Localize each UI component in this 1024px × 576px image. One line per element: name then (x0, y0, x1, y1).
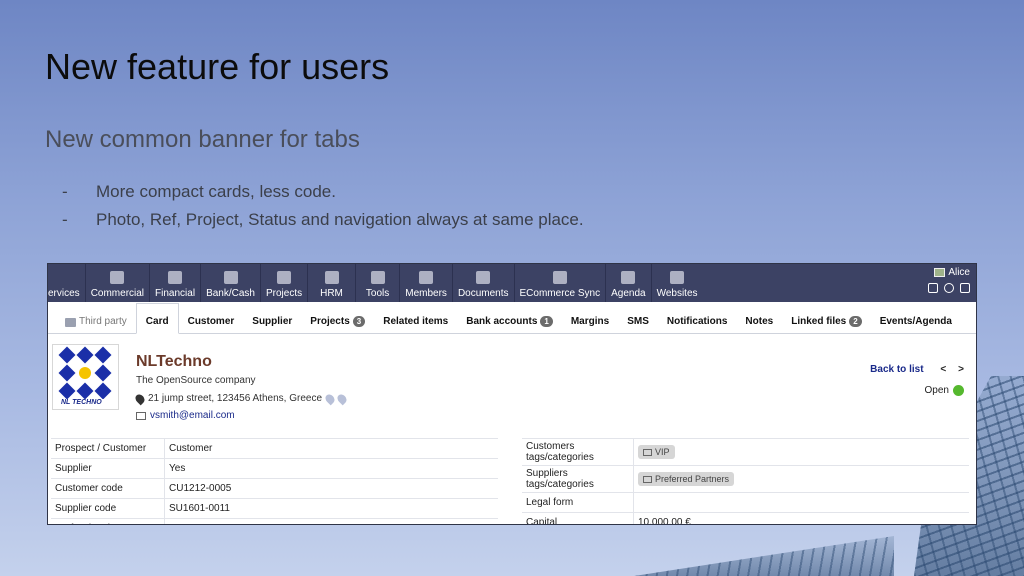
tab-card[interactable]: Card (135, 303, 179, 334)
table-row: Capital 10,000.00 € (522, 512, 969, 524)
bank-icon (223, 271, 238, 284)
tab-notifications[interactable]: Notifications (658, 302, 737, 333)
table-row: Customers tags/categories VIP (522, 438, 969, 465)
table-row: Supplier code SU1601-0011 (51, 498, 498, 518)
category-tag[interactable]: Preferred Partners (638, 472, 735, 486)
folder-icon (643, 449, 652, 456)
fields-right-table: Customers tags/categories VIP Suppliers t… (522, 438, 969, 524)
tools-icon (370, 271, 385, 284)
tab-supplier[interactable]: Supplier (243, 302, 301, 333)
menu-websites[interactable]: Websites (652, 264, 703, 302)
user-menu[interactable]: Alice (928, 267, 970, 278)
tab-related-items[interactable]: Related items (374, 302, 457, 333)
table-row: Suppliers tags/categories Preferred Partn… (522, 465, 969, 492)
back-to-list-link[interactable]: Back to list (870, 364, 923, 375)
tab-bar: Third party Card Customer Supplier Proje… (48, 302, 976, 334)
background-building-bottom (634, 536, 894, 576)
table-row: Customer code CU1212-0005 (51, 478, 498, 498)
agenda-icon (621, 271, 636, 284)
record-navigation: Back to list <> Open (870, 364, 964, 396)
menu-hrm[interactable]: HRM (308, 264, 356, 302)
bullet-item: - Photo, Ref, Project, Status and navigat… (62, 210, 584, 229)
status: Open (870, 385, 964, 396)
menu-financial[interactable]: Financial (150, 264, 202, 302)
company-address: 21 jump street, 123456 Athens, Greece (133, 392, 349, 405)
map-pin-icon[interactable] (335, 392, 349, 405)
top-menu-bar: ervices Commercial Financial Bank/Cash P… (48, 264, 976, 302)
menu-documents[interactable]: Documents (453, 264, 515, 302)
tab-customer[interactable]: Customer (179, 302, 244, 333)
menu-commercial[interactable]: Commercial (86, 264, 151, 302)
company-tagline: The OpenSource company (136, 375, 256, 386)
menu-agenda[interactable]: Agenda (606, 264, 652, 302)
next-record-button[interactable]: > (958, 364, 964, 375)
tab-bank-accounts[interactable]: Bank accounts 1 (457, 302, 562, 333)
print-icon[interactable] (928, 283, 938, 293)
tab-projects[interactable]: Projects 3 (301, 302, 374, 333)
hrm-icon (324, 271, 339, 284)
company-email[interactable]: vsmith@email.com (136, 410, 235, 421)
logo-diamonds (58, 346, 112, 400)
company-name: NLTechno (136, 353, 212, 370)
help-icon[interactable] (944, 283, 954, 293)
logout-icon[interactable] (960, 283, 970, 293)
bullet-list: - More compact cards, less code. - Photo, … (62, 182, 584, 238)
folder-icon (643, 476, 652, 483)
members-icon (419, 271, 434, 284)
menu-ecommerce-sync[interactable]: ECommerce Sync (515, 264, 607, 302)
tab-notes[interactable]: Notes (736, 302, 782, 333)
ecommerce-icon (552, 271, 567, 284)
category-tag[interactable]: VIP (638, 445, 675, 459)
menu-services[interactable]: ervices (48, 264, 86, 302)
status-label: Open (924, 385, 949, 396)
fields-left-table: Prospect / Customer Customer Supplier Yes … (51, 438, 498, 524)
tab-third-party[interactable]: Third party (56, 302, 136, 333)
documents-icon (476, 271, 491, 284)
table-row: Professional ID 1493861496 (51, 518, 498, 524)
email-icon (136, 411, 146, 420)
table-row: Prospect / Customer Customer (51, 438, 498, 458)
tab-sms[interactable]: SMS (618, 302, 658, 333)
financial-icon (168, 271, 183, 284)
location-pin-icon (133, 392, 147, 405)
websites-icon (670, 271, 685, 284)
table-row: Supplier Yes (51, 458, 498, 478)
user-area: Alice (928, 267, 970, 293)
slide-subtitle: New common banner for tabs (45, 126, 360, 153)
menu-projects[interactable]: Projects (261, 264, 309, 302)
building-icon (65, 318, 76, 327)
map-pin-icon[interactable] (323, 392, 337, 405)
tab-badge: 1 (540, 316, 553, 327)
bullet-item: - More compact cards, less code. (62, 182, 336, 201)
app-screenshot: ervices Commercial Financial Bank/Cash P… (47, 263, 977, 525)
slide-title: New feature for users (45, 46, 390, 87)
commercial-icon (110, 271, 125, 284)
avatar (934, 268, 946, 277)
projects-icon (277, 271, 292, 284)
status-dot-icon (953, 385, 964, 396)
tab-badge: 3 (352, 316, 366, 327)
table-row: Legal form (522, 492, 969, 512)
menu-tools[interactable]: Tools (356, 264, 401, 302)
menu-bank-cash[interactable]: Bank/Cash (201, 264, 261, 302)
tab-events-agenda[interactable]: Events/Agenda (871, 302, 961, 333)
tab-margins[interactable]: Margins (562, 302, 618, 333)
menu-members[interactable]: Members (400, 264, 453, 302)
object-banner: NL TECHNO NLTechno The OpenSource compan… (48, 334, 976, 421)
previous-record-button[interactable]: < (940, 364, 958, 375)
company-logo: NL TECHNO (52, 344, 119, 410)
tab-badge: 2 (849, 316, 862, 327)
tab-linked-files[interactable]: Linked files 2 (782, 302, 870, 333)
